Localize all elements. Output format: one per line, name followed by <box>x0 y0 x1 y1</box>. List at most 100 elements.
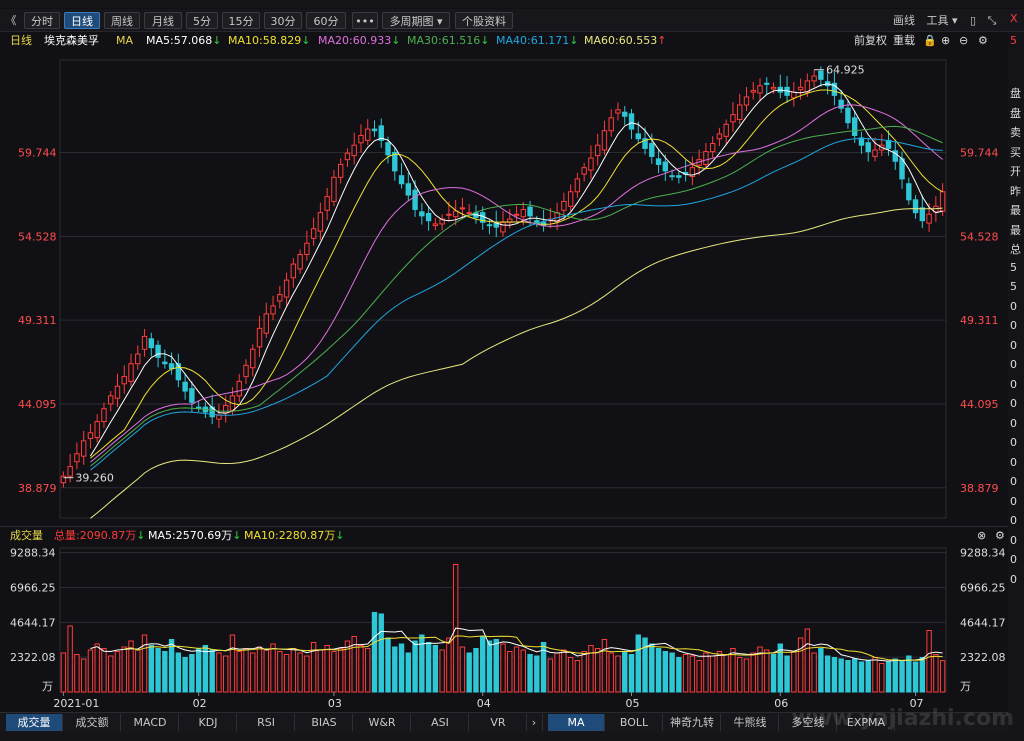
side-panel-item: 最 <box>1010 223 1021 237</box>
period-tab-2[interactable]: 周线 <box>104 12 140 29</box>
candle-body <box>195 406 202 409</box>
ma-info-bar: 日线 埃克森美孚 MA MA5:57.068↓ MA10:58.829↓ MA2… <box>0 32 1008 50</box>
period-tab-6[interactable]: 30分 <box>264 12 302 29</box>
side-panel-item: 开 <box>1010 165 1021 178</box>
candle-body <box>622 111 628 117</box>
stock-name: 埃克森美孚 <box>44 34 99 47</box>
candle-body <box>486 224 493 227</box>
volume-bar <box>365 648 371 693</box>
indicator-tab-1[interactable]: 成交额 <box>64 714 121 731</box>
candle-body <box>885 139 892 149</box>
volume-bar <box>635 634 641 693</box>
volume-bar <box>567 657 574 693</box>
ma20-line <box>90 104 943 463</box>
indicator-tab-4[interactable]: RSI <box>238 714 295 731</box>
indicator-tab-7[interactable]: ASI <box>412 714 469 731</box>
indicator-tab-3[interactable]: KDJ <box>180 714 237 731</box>
expand-icon[interactable]: ⤡ <box>982 12 1002 29</box>
volume-bar <box>87 649 94 693</box>
volume-chart[interactable]: 9288.34 9288.34 6966.25 6966.25 4644.17 4644.… <box>0 544 1008 712</box>
volume-bar <box>818 648 824 693</box>
zoom-out-icon[interactable]: ⊖ <box>959 32 968 50</box>
tools-button[interactable]: 工具 ▾ <box>922 12 962 29</box>
candle-body <box>310 228 317 239</box>
ma10-line <box>90 89 943 459</box>
volume-bar <box>581 651 587 693</box>
volume-bar <box>777 643 783 693</box>
candle-body <box>730 114 736 123</box>
volume-bar <box>547 658 554 693</box>
volume-bar <box>256 646 263 693</box>
indicator-tab-0[interactable]: 成交量 <box>6 714 63 731</box>
volume-bar <box>608 652 614 693</box>
volume-settings-icon[interactable]: ⚙ <box>995 527 1005 545</box>
vol-tick-left: 4644.17 <box>10 616 56 629</box>
candle-body <box>581 167 587 175</box>
volume-bar <box>270 643 276 693</box>
multi-period-button[interactable]: 多周期图 ▾ <box>382 12 450 29</box>
period-toolbar: 《 分时 日线 周线 月线 5分 15分 30分 60分 ••• 多周期图 ▾ 个股资料 画线… <box>0 9 1024 32</box>
y-tick-left: 54.528 <box>18 230 57 243</box>
period-tab-0[interactable]: 分时 <box>24 12 60 29</box>
vol-tick-left: 6966.25 <box>10 582 56 595</box>
volume-bar <box>446 637 452 693</box>
period-tab-5[interactable]: 15分 <box>222 12 260 29</box>
period-tab-4[interactable]: 5分 <box>186 12 218 29</box>
candle-body <box>743 96 750 106</box>
candle-body <box>466 212 472 215</box>
volume-bar <box>155 648 161 693</box>
side-panel-item: 5 <box>1010 280 1017 293</box>
overlay-tab-3[interactable]: 牛熊线 <box>722 714 779 731</box>
reload-button[interactable]: 重载 <box>893 32 915 50</box>
indicator-tab-8[interactable]: VR <box>470 714 527 731</box>
volume-ma10: MA10:2280.87万↓ <box>244 529 345 542</box>
volume-bar <box>845 660 851 693</box>
candle-body <box>703 151 709 165</box>
window-toggle-icon[interactable]: ▯ <box>966 12 980 29</box>
volume-bar <box>277 651 283 693</box>
back-button[interactable]: 《 <box>2 12 20 29</box>
volume-bar <box>527 654 533 693</box>
settings-icon[interactable]: ⚙ <box>978 32 988 50</box>
candle-body <box>365 128 371 141</box>
period-tab-3[interactable]: 月线 <box>144 12 182 29</box>
x-tick-label: 06 <box>774 697 788 710</box>
indicator-tab-6[interactable]: W&R <box>354 714 411 731</box>
close-volume-icon[interactable]: ⊗ <box>977 527 986 545</box>
adjust-button[interactable]: 前复权 <box>854 32 887 50</box>
overlay-tab-1[interactable]: BOLL <box>606 714 663 731</box>
indicator-tab-2[interactable]: MACD <box>122 714 179 731</box>
volume-bar <box>236 651 242 693</box>
volume-info-bar: 成交量 总量:2090.87万↓ MA5:2570.69万↓ MA10:2280… <box>0 526 1008 545</box>
overlay-tab-0[interactable]: MA <box>548 714 605 731</box>
period-tab-1[interactable]: 日线 <box>64 12 100 29</box>
more-button[interactable]: ••• <box>352 12 378 29</box>
candle-body <box>412 189 418 210</box>
side-panel-item: 盘 <box>1010 106 1021 120</box>
candle-body <box>594 144 601 157</box>
ma20-value: MA20:60.933↓ <box>318 34 401 47</box>
ma5-line <box>90 83 943 457</box>
side-panel-item: 0 <box>1010 338 1017 352</box>
side-panel-item: 0 <box>1010 436 1017 449</box>
y-tick-left: 49.311 <box>18 314 57 327</box>
stock-info-button[interactable]: 个股资料 <box>455 12 513 29</box>
volume-bar <box>94 643 100 693</box>
draw-line-button[interactable]: 画线 <box>888 12 920 29</box>
volume-bar <box>831 657 838 693</box>
zoom-in-icon[interactable]: ⊕ <box>941 32 950 50</box>
overlay-tab-2[interactable]: 神奇九转 <box>664 714 721 731</box>
x-tick-label: 02 <box>193 697 207 710</box>
vol-tick-left: 9288.34 <box>10 547 56 560</box>
tabs-next-icon[interactable]: › <box>526 714 543 731</box>
period-tab-7[interactable]: 60分 <box>306 12 346 29</box>
lock-icon[interactable]: 🔒 <box>923 32 937 50</box>
candle-body <box>709 143 716 153</box>
indicator-tab-5[interactable]: BIAS <box>296 714 353 731</box>
candle-body <box>750 90 756 93</box>
volume-bar <box>811 652 817 693</box>
candle-body <box>216 414 222 420</box>
volume-bar <box>371 612 378 693</box>
side-panel-item: X <box>1010 12 1018 25</box>
candlestick-chart[interactable]: 59.744 59.744 54.528 54.528 49.311 49.311 44.0… <box>0 52 1008 522</box>
